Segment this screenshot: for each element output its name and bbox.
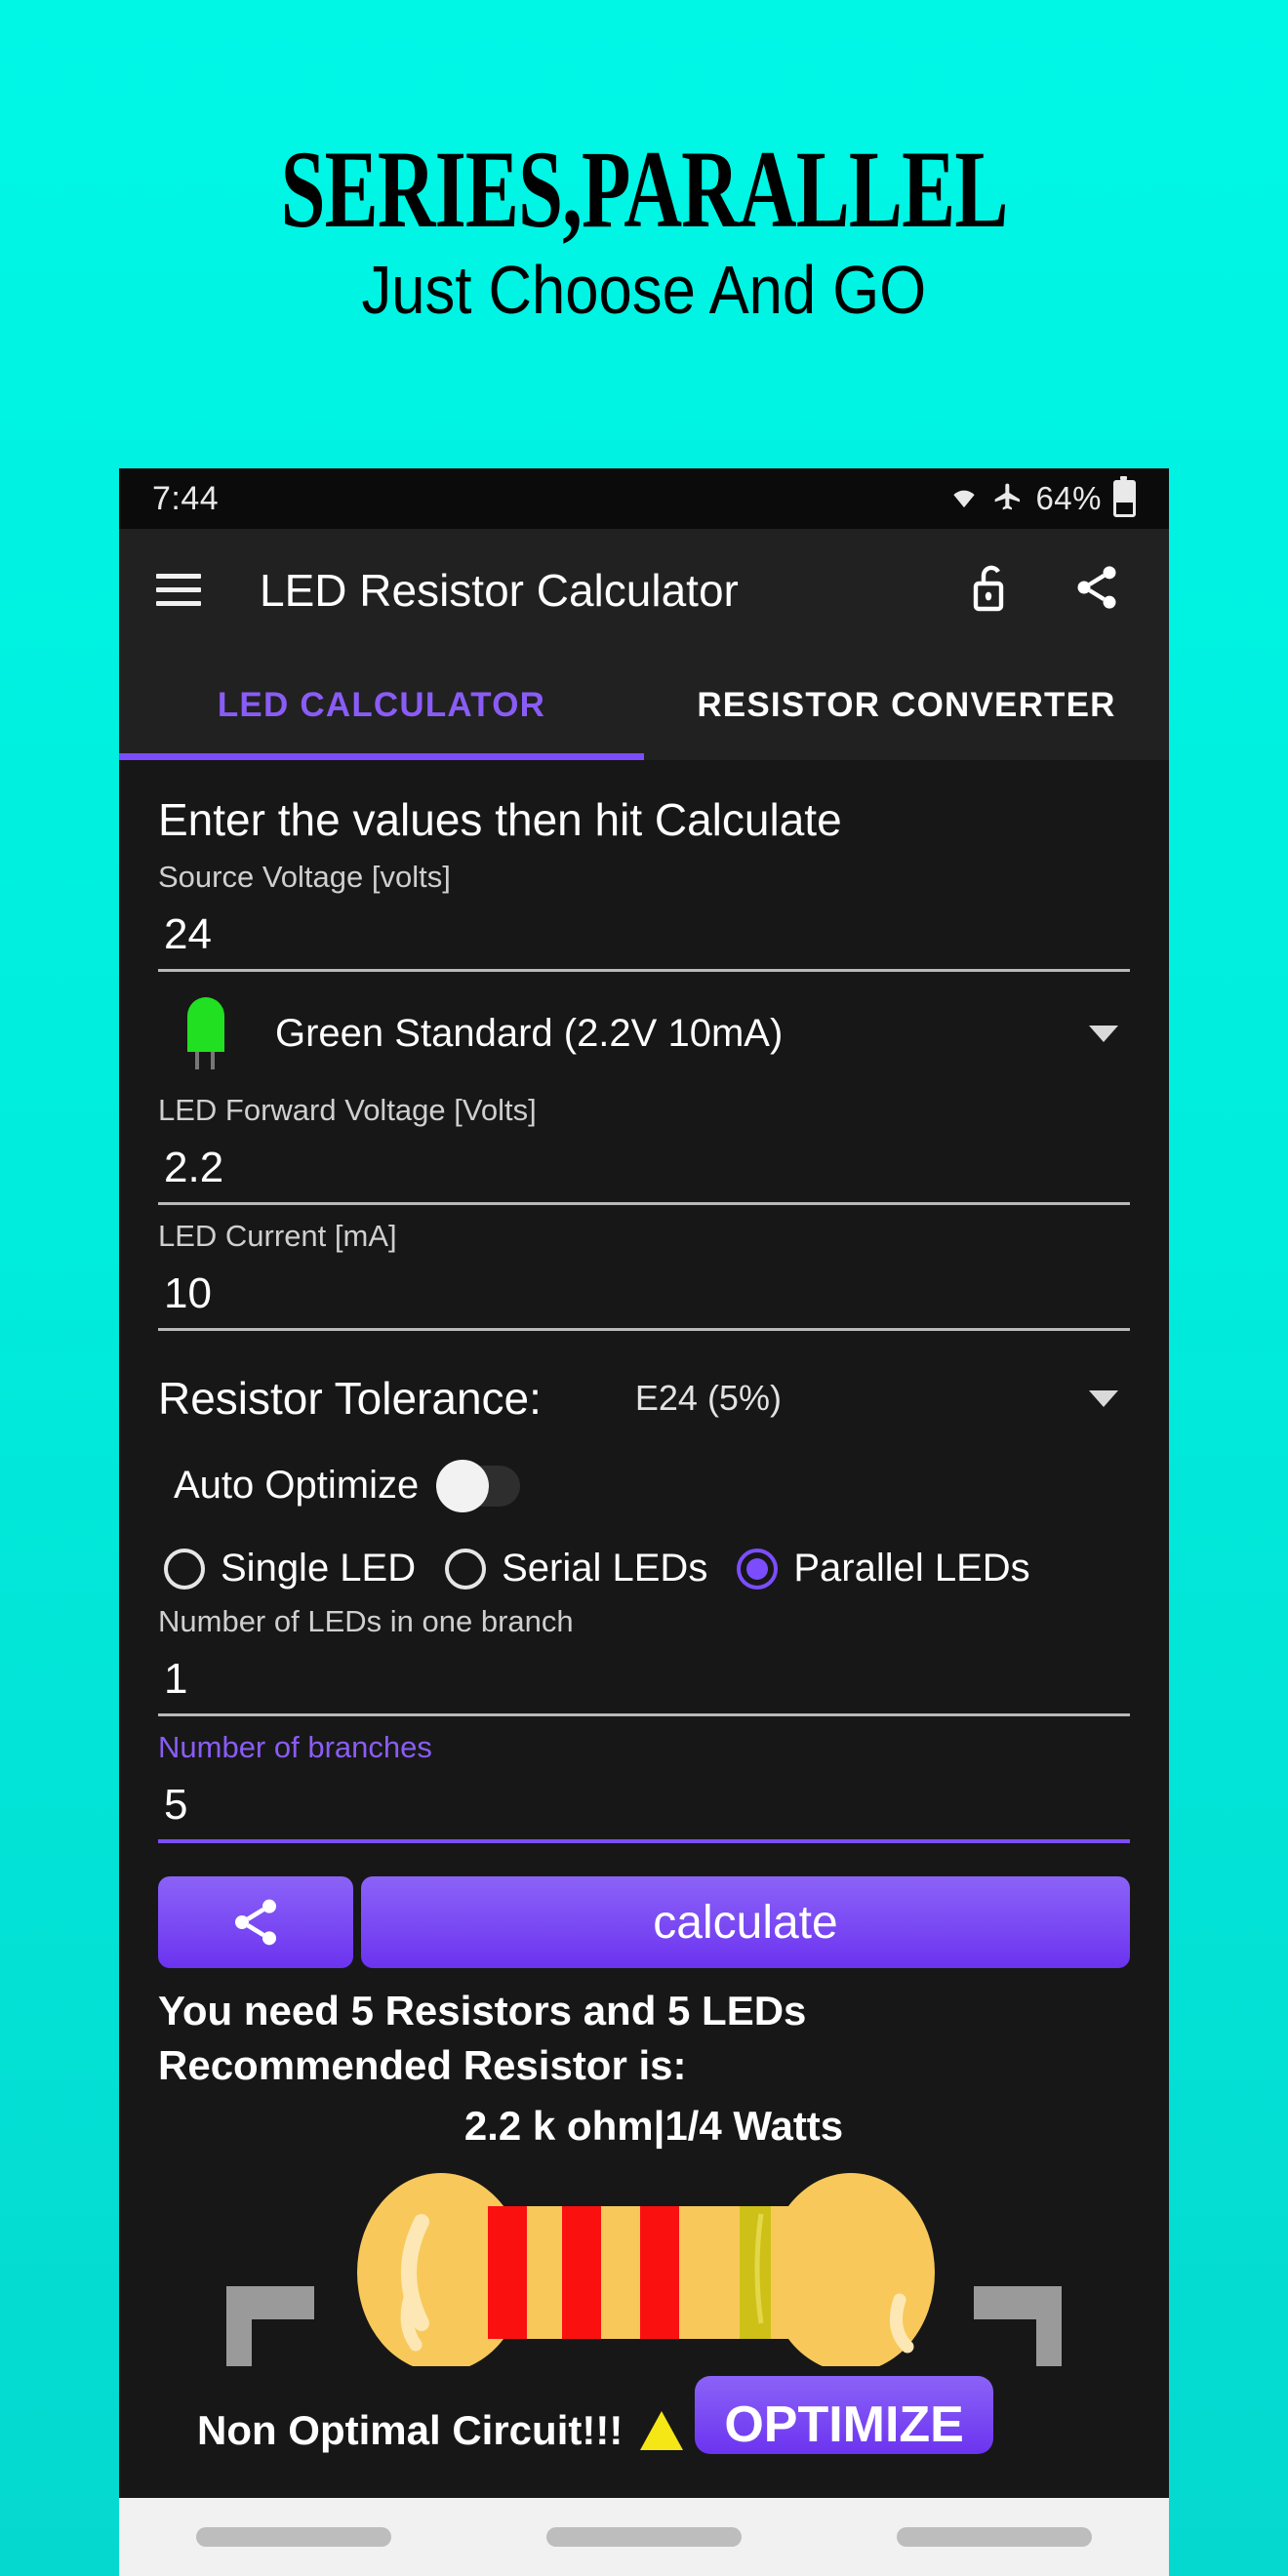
led-type-select[interactable]: Green Standard (2.2V 10mA): [158, 972, 1130, 1079]
tab-active-indicator: [119, 753, 644, 760]
toggle-knob: [436, 1459, 490, 1512]
led-arrangement-options: Single LED Serial LEDs Parallel LEDs: [158, 1547, 1130, 1590]
optimize-row: Non Optimal Circuit!!! OPTIMIZE: [158, 2376, 1130, 2454]
leds-per-branch-input[interactable]: 1: [158, 1639, 1130, 1713]
radio-single-led[interactable]: Single LED: [164, 1547, 416, 1590]
auto-optimize-label: Auto Optimize: [174, 1464, 420, 1507]
battery-percent: 64%: [1035, 480, 1102, 516]
bottom-bar-item[interactable]: [545, 2527, 742, 2547]
form-hint: Enter the values then hit Calculate: [158, 794, 842, 845]
resistor-tolerance-value: E24 (5%): [634, 1378, 782, 1418]
chevron-down-icon[interactable]: [1089, 1389, 1118, 1407]
calculator-form: Enter the values then hit Calculate Sour…: [119, 760, 1169, 2576]
phone-screenshot: 7:44 64% LED Resistor Calculator LED CAL…: [119, 468, 1169, 2576]
led-type-value: Green Standard (2.2V 10mA): [275, 1011, 784, 1055]
led-current-label: LED Current [mA]: [158, 1219, 397, 1253]
wifi-icon: [947, 482, 981, 516]
airplane-mode-icon: [992, 481, 1024, 517]
leds-per-branch-underline: [158, 1713, 1130, 1716]
promo-title: SERIES,PARALLEL: [280, 127, 1009, 251]
result-resistor-value: 2.2 k ohm|1/4 Watts: [463, 2103, 844, 2149]
page-title: LED Resistor Calculator: [260, 564, 739, 616]
result-recommendation-label: Recommended Resistor is:: [158, 2042, 687, 2088]
radio-label: Serial LEDs: [502, 1547, 708, 1590]
branches-input[interactable]: 5: [158, 1765, 1130, 1839]
share-icon[interactable]: [1071, 562, 1122, 618]
bottom-bar-item[interactable]: [196, 2527, 392, 2547]
status-bar: 7:44 64%: [119, 468, 1169, 529]
tab-led-calculator[interactable]: LED CALCULATOR: [119, 651, 644, 760]
radio-label: Parallel LEDs: [793, 1547, 1030, 1590]
share-result-button[interactable]: [158, 1876, 353, 1968]
share-icon: [235, 1899, 276, 1946]
non-optimal-warning-text: Non Optimal Circuit!!!: [197, 2407, 624, 2453]
led-icon: [180, 997, 232, 1069]
radio-serial-leds[interactable]: Serial LEDs: [445, 1547, 707, 1590]
auto-optimize-toggle[interactable]: [436, 1459, 521, 1512]
branches-label: Number of branches: [158, 1730, 432, 1764]
tab-resistor-converter[interactable]: RESISTOR CONVERTER: [644, 651, 1169, 760]
hamburger-menu-icon[interactable]: [156, 574, 201, 606]
bottom-bar-item[interactable]: [896, 2527, 1092, 2547]
radio-parallel-leds[interactable]: Parallel LEDs: [737, 1547, 1030, 1590]
calculate-button[interactable]: calculate: [361, 1876, 1130, 1968]
forward-voltage-label: LED Forward Voltage [Volts]: [158, 1093, 537, 1127]
radio-circle: [164, 1548, 205, 1590]
auto-optimize-row[interactable]: Auto Optimize: [158, 1459, 1130, 1512]
tab-bar: LED CALCULATOR RESISTOR CONVERTER: [119, 651, 1169, 760]
forward-voltage-underline: [158, 1202, 1130, 1205]
source-voltage-label: Source Voltage [volts]: [158, 860, 451, 894]
radio-circle: [445, 1548, 487, 1590]
resistor-tolerance-label: Resistor Tolerance:: [158, 1373, 542, 1424]
resistor-tolerance-select[interactable]: Resistor Tolerance: E24 (5%): [158, 1372, 1130, 1425]
led-current-input[interactable]: 10: [158, 1254, 1130, 1328]
action-buttons: calculate: [158, 1876, 1130, 1968]
chevron-down-icon[interactable]: [1089, 1025, 1118, 1042]
radio-circle-selected: [737, 1548, 779, 1590]
forward-voltage-input[interactable]: 2.2: [158, 1128, 1130, 1202]
result-count-text: You need 5 Resistors and 5 LEDs: [158, 1988, 807, 2033]
radio-label: Single LED: [221, 1547, 417, 1590]
branches-underline: [158, 1839, 1130, 1843]
source-voltage-input[interactable]: 24: [158, 895, 1130, 969]
bottom-bar: [119, 2498, 1169, 2576]
promo-subtitle: Just Choose And GO: [361, 252, 927, 329]
status-icons: 64%: [947, 476, 1136, 517]
resistor-illustration: [158, 2171, 1130, 2372]
promo-banner: SERIES,PARALLEL Just Choose And GO: [0, 0, 1288, 437]
app-bar: LED Resistor Calculator: [119, 529, 1169, 651]
led-current-underline: [158, 1328, 1130, 1331]
leds-per-branch-label: Number of LEDs in one branch: [158, 1604, 574, 1638]
unlock-icon[interactable]: [968, 559, 1015, 621]
warning-triangle-icon: [640, 2411, 684, 2450]
battery-icon: [1113, 476, 1136, 517]
optimize-button[interactable]: OPTIMIZE: [695, 2376, 993, 2454]
status-time: 7:44: [152, 479, 220, 517]
